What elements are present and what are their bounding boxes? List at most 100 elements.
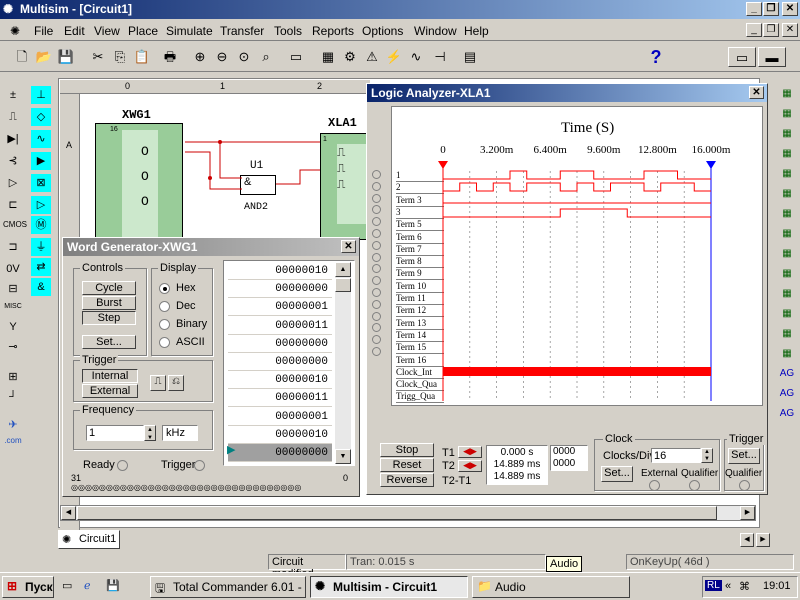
scroll-up-button[interactable]: ▲: [335, 262, 351, 277]
frequency-unit[interactable]: kHz: [162, 425, 198, 441]
bin-ampersand-icon[interactable]: &: [31, 278, 51, 296]
diode-icon[interactable]: ▶|: [3, 130, 23, 148]
task-audio[interactable]: 📁 Audio: [472, 576, 630, 598]
word-row[interactable]: 00000010: [228, 371, 332, 390]
step-button[interactable]: Step: [82, 311, 136, 325]
probe-icon[interactable]: ⚡: [384, 47, 404, 67]
resistor-icon[interactable]: ⎍: [3, 108, 23, 126]
set-button[interactable]: Set...: [82, 335, 136, 349]
save-icon[interactable]: 💾: [56, 47, 76, 67]
bin-source-icon[interactable]: ⊥: [31, 86, 51, 104]
zoom-out-icon[interactable]: ⊖: [212, 47, 232, 67]
lang-indicator[interactable]: RL: [705, 580, 722, 591]
bin-amp-icon[interactable]: ⊠: [31, 174, 51, 192]
bin-prog-icon[interactable]: ⇄: [31, 258, 51, 276]
misc-label[interactable]: MISC: [3, 298, 23, 316]
misc-digital-icon[interactable]: ⊐: [3, 238, 23, 256]
scroll-thumb[interactable]: [335, 278, 351, 292]
frequency-input[interactable]: 1: [86, 425, 144, 441]
word-row[interactable]: 00000000: [228, 444, 332, 462]
doc-restore-button[interactable]: ❐: [763, 23, 779, 37]
maximize-button[interactable]: ❐: [763, 2, 779, 16]
breadboard-icon[interactable]: ▭: [728, 47, 756, 67]
dotcom-label[interactable]: .com: [3, 432, 23, 450]
menu-item[interactable]: Options: [362, 24, 403, 38]
iv-analyzer-icon[interactable]: ▦: [776, 284, 798, 304]
cut-icon[interactable]: ✂: [88, 47, 108, 67]
tab-scroll-left[interactable]: ◀: [740, 533, 754, 547]
electromech-icon[interactable]: ⊸: [3, 338, 23, 356]
word-row[interactable]: 00000011: [228, 389, 332, 408]
frequency-spinner[interactable]: ▲ ▼: [144, 425, 156, 441]
bode-plotter-icon[interactable]: ▦: [776, 184, 798, 204]
agilent-scope-icon[interactable]: AG: [776, 404, 798, 424]
analog-icon[interactable]: ▷: [3, 174, 23, 192]
falling-edge-icon[interactable]: ⎌: [168, 375, 184, 391]
grid-icon[interactable]: ▦: [318, 47, 338, 67]
distortion-analyzer-icon[interactable]: ▦: [776, 304, 798, 324]
wg-close-button[interactable]: ✕: [341, 240, 356, 253]
clocks-div-input[interactable]: 16: [651, 448, 701, 463]
bus-icon[interactable]: ┘: [3, 388, 23, 406]
dec-radio[interactable]: [159, 301, 170, 312]
scroll-down-button[interactable]: ▼: [335, 449, 351, 464]
task-multisim[interactable]: ✺ Multisim - Circuit1: [310, 576, 468, 598]
word-row[interactable]: 00000000: [228, 335, 332, 353]
open-icon[interactable]: 📂: [34, 47, 54, 67]
zoom-area-icon[interactable]: ⊙: [234, 47, 254, 67]
burst-button[interactable]: Burst: [82, 296, 136, 310]
tray-expand-icon[interactable]: «: [725, 580, 731, 592]
ie-icon[interactable]: ℯ: [84, 579, 91, 592]
start-button[interactable]: ⊞ Пуск: [2, 576, 54, 598]
doc-close-button[interactable]: ✕: [782, 23, 798, 37]
wattmeter-icon[interactable]: ▦: [776, 124, 798, 144]
oscilloscope-icon[interactable]: ▦: [776, 144, 798, 164]
menu-item[interactable]: File: [34, 24, 53, 38]
cycle-button[interactable]: Cycle: [82, 281, 136, 295]
word-row[interactable]: 00000001: [228, 408, 332, 426]
ttl-icon[interactable]: ⊏: [3, 196, 23, 214]
menu-item[interactable]: Window: [414, 24, 457, 38]
zoom-fit-icon[interactable]: ⌕: [256, 47, 276, 67]
paste-icon[interactable]: 📋: [132, 47, 152, 67]
menu-item[interactable]: Edit: [64, 24, 85, 38]
menu-item[interactable]: Tools: [274, 24, 302, 38]
hierarchy-icon[interactable]: ⊞: [3, 368, 23, 386]
tab-circuit1[interactable]: ✺ Circuit1: [58, 530, 120, 549]
copy-icon[interactable]: ⎘: [110, 47, 130, 67]
ascii-radio[interactable]: [159, 337, 170, 348]
mixed-icon[interactable]: 0V: [3, 260, 23, 278]
transistor-icon[interactable]: ⊰: [3, 152, 23, 170]
word-row[interactable]: 00000000: [228, 353, 332, 371]
bin-gate-icon[interactable]: ◇: [31, 108, 51, 126]
word-row[interactable]: 00000010: [228, 426, 332, 444]
bin-wave-icon[interactable]: ∿: [31, 130, 51, 148]
menu-item[interactable]: Simulate: [166, 24, 213, 38]
help-icon[interactable]: ?: [646, 47, 666, 67]
reverse-button[interactable]: Reverse: [380, 473, 434, 487]
view-toggle-icon[interactable]: ▬: [758, 47, 786, 67]
spectrum-analyzer-icon[interactable]: ▦: [776, 324, 798, 344]
component-icon[interactable]: ⚠: [362, 47, 382, 67]
new-icon[interactable]: 🗋: [12, 47, 32, 67]
antenna-icon[interactable]: Y: [3, 318, 23, 336]
disk-icon[interactable]: 💾: [106, 579, 120, 592]
print-icon[interactable]: 🖶: [160, 47, 180, 67]
t1-arrows-icon[interactable]: ◀▶: [458, 446, 482, 458]
task-total-commander[interactable]: 🖫 Total Commander 6.01 - ...: [150, 576, 306, 598]
internal-trigger-button[interactable]: Internal: [82, 369, 138, 383]
four-channel-scope-icon[interactable]: ▦: [776, 164, 798, 184]
logic-analyzer-icon[interactable]: ▦: [776, 244, 798, 264]
agilent-multimeter-icon[interactable]: AG: [776, 384, 798, 404]
menu-item[interactable]: View: [94, 24, 120, 38]
function-generator-icon[interactable]: ▦: [776, 104, 798, 124]
network-analyzer-icon[interactable]: ▦: [776, 344, 798, 364]
hscroll-left-button[interactable]: ◀: [61, 506, 76, 520]
word-row[interactable]: 00000000: [228, 280, 332, 299]
reset-button[interactable]: Reset: [380, 458, 434, 472]
logic-converter-icon[interactable]: ▦: [776, 264, 798, 284]
netlist-icon[interactable]: ⚙: [340, 47, 360, 67]
source-icon[interactable]: ±: [3, 86, 23, 104]
menu-item[interactable]: Help: [464, 24, 489, 38]
hscroll-right-button[interactable]: ▶: [740, 506, 755, 520]
